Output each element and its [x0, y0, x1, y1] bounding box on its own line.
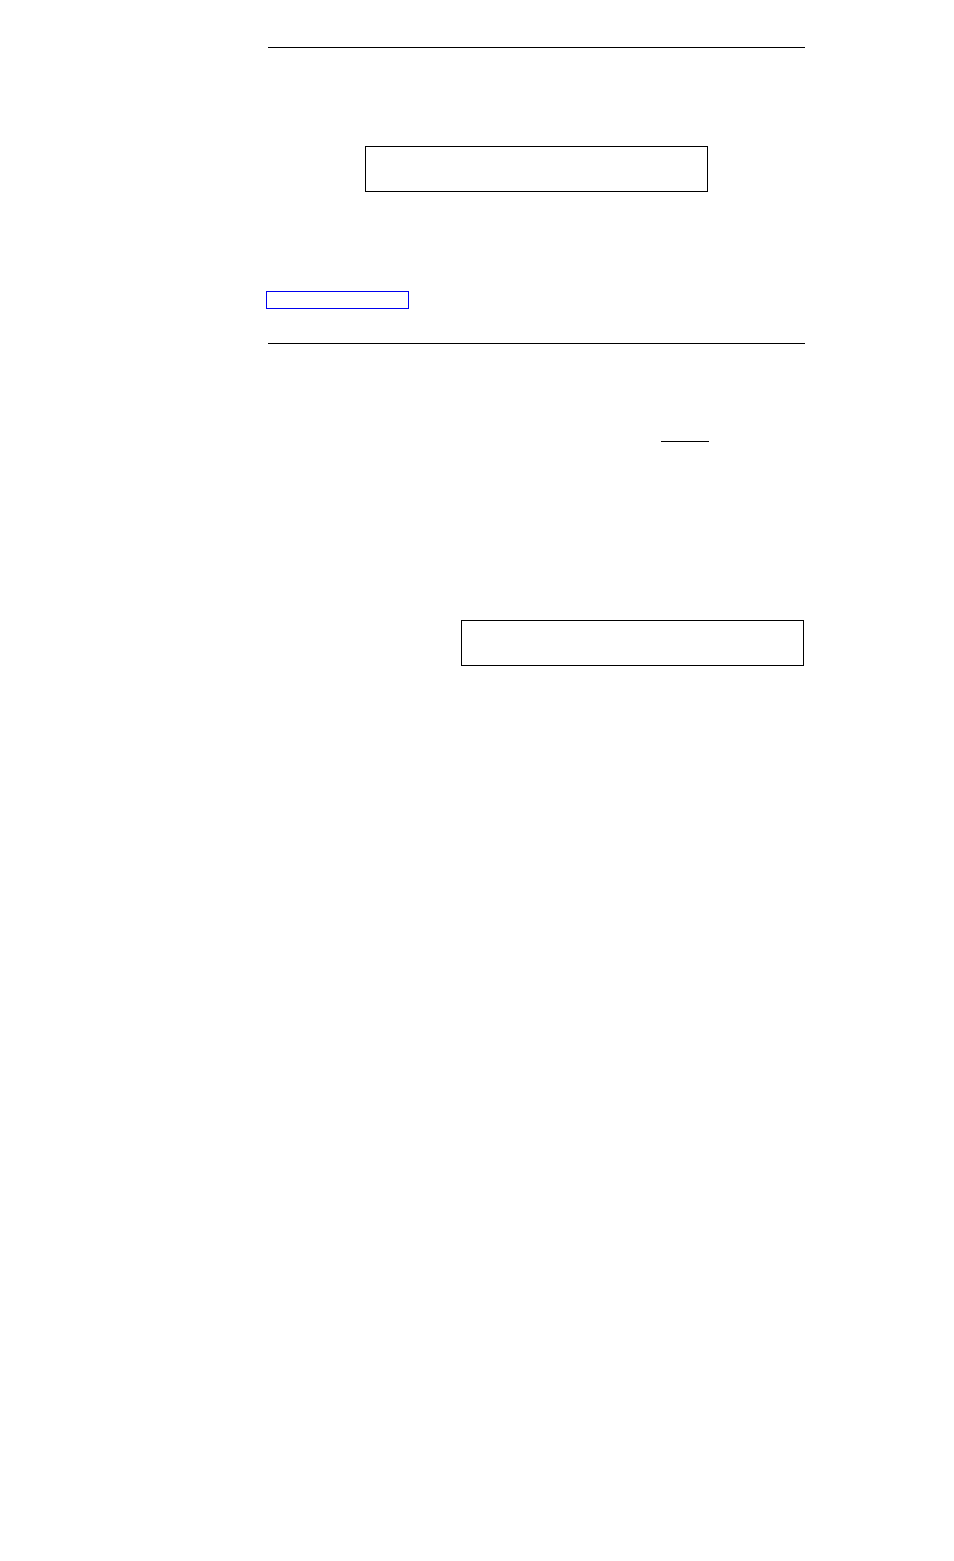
text-box-lower — [461, 620, 804, 666]
horizontal-rule-top — [268, 47, 805, 48]
horizontal-rule-mid — [268, 343, 805, 344]
text-box-upper — [365, 146, 708, 192]
underline-mark — [661, 441, 709, 442]
link-outline-box[interactable] — [266, 291, 409, 309]
